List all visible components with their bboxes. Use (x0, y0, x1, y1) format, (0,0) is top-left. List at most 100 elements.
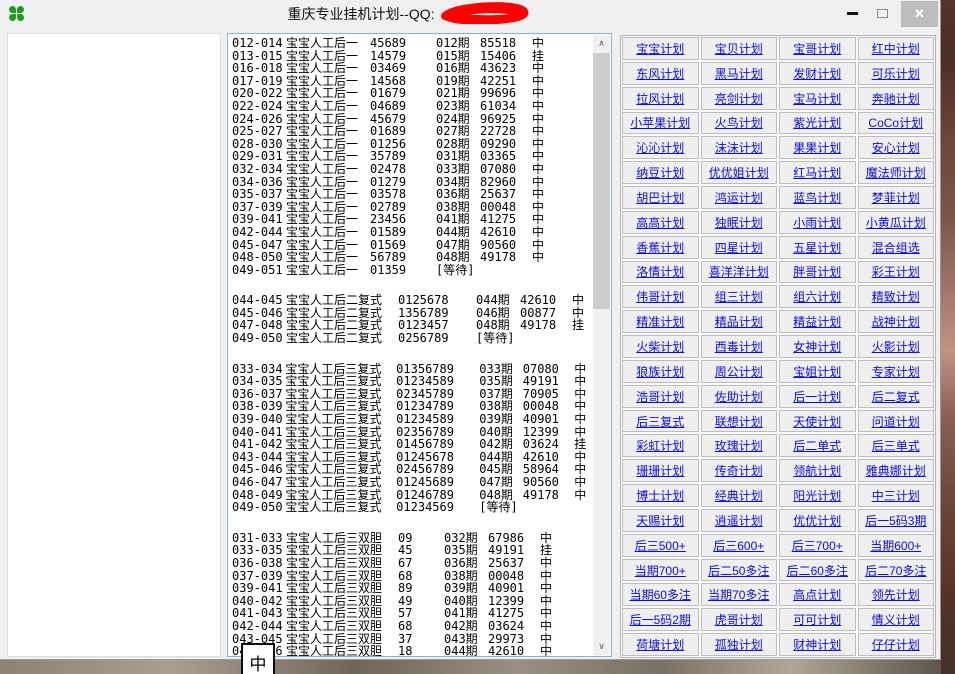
plan-link[interactable]: 宝宝计划 (622, 37, 699, 60)
plan-link[interactable]: 后二复式 (858, 385, 935, 408)
plan-link[interactable]: 当期700+ (622, 559, 699, 582)
plan-link[interactable]: 天使计划 (779, 410, 856, 433)
close-button[interactable]: ✕ (901, 1, 938, 27)
plan-link[interactable]: 组三计划 (701, 285, 778, 308)
plan-link[interactable]: 东风计划 (622, 62, 699, 85)
plan-link[interactable]: 宝贝计划 (701, 37, 778, 60)
plan-link[interactable]: 荷塘计划 (622, 633, 699, 656)
plan-link[interactable]: CoCo计划 (858, 112, 935, 135)
plan-link[interactable]: 战神计划 (858, 310, 935, 333)
plan-link[interactable]: 后二单式 (779, 434, 856, 457)
plan-link[interactable]: 沁沁计划 (622, 136, 699, 159)
plan-link[interactable]: 组六计划 (779, 285, 856, 308)
plan-link[interactable]: 天赐计划 (622, 509, 699, 532)
plan-link[interactable]: 仔仔计划 (858, 633, 935, 656)
plan-link[interactable]: 火柴计划 (622, 335, 699, 358)
plan-link[interactable]: 情义计划 (858, 608, 935, 631)
plan-link[interactable]: 精益计划 (779, 310, 856, 333)
plan-link[interactable]: 小黄瓜计划 (858, 211, 935, 234)
plan-link[interactable]: 香蕉计划 (622, 236, 699, 259)
plan-link[interactable]: 可可计划 (779, 608, 856, 631)
plan-link[interactable]: 经典计划 (701, 484, 778, 507)
plan-link[interactable]: 西毒计划 (701, 335, 778, 358)
plan-link[interactable]: 雅典娜计划 (858, 459, 935, 482)
plan-link[interactable]: 狼族计划 (622, 360, 699, 383)
plan-link[interactable]: 问道计划 (858, 410, 935, 433)
plan-link[interactable]: 梦菲计划 (858, 186, 935, 209)
plan-link[interactable]: 伟哥计划 (622, 285, 699, 308)
plan-link[interactable]: 后二70多注 (858, 559, 935, 582)
plan-board[interactable]: 012-014宝宝人工后一45689012期85518中013-015宝宝人工后… (227, 33, 612, 657)
plan-link[interactable]: 当期600+ (858, 534, 935, 557)
scroll-down-icon[interactable]: ∨ (593, 638, 610, 655)
plan-link[interactable]: 果果计划 (779, 136, 856, 159)
plan-link[interactable]: 周公计划 (701, 360, 778, 383)
plan-link[interactable]: 后三单式 (858, 434, 935, 457)
plan-link[interactable]: 喜洋洋计划 (701, 261, 778, 284)
plan-link[interactable]: 黑马计划 (701, 62, 778, 85)
plan-link[interactable]: 传奇计划 (701, 459, 778, 482)
scroll-up-icon[interactable]: ∧ (593, 35, 610, 52)
plan-link[interactable]: 逍遥计划 (701, 509, 778, 532)
plan-link[interactable]: 佐助计划 (701, 385, 778, 408)
plan-link[interactable]: 精准计划 (622, 310, 699, 333)
plan-link[interactable]: 胡巴计划 (622, 186, 699, 209)
plan-link[interactable]: 宝姐计划 (779, 360, 856, 383)
maximize-button[interactable] (867, 0, 897, 27)
plan-link[interactable]: 博士计划 (622, 484, 699, 507)
plan-link[interactable]: 四星计划 (701, 236, 778, 259)
plan-link[interactable]: 虎哥计划 (701, 608, 778, 631)
plan-link[interactable]: 后一5码2期 (622, 608, 699, 631)
plan-link[interactable]: 小苹果计划 (622, 112, 699, 135)
plan-link[interactable]: 当期60多注 (622, 583, 699, 606)
plan-link[interactable]: 后一计划 (779, 385, 856, 408)
plan-link[interactable]: 专家计划 (858, 360, 935, 383)
plan-link[interactable]: 拉风计划 (622, 87, 699, 110)
scrollbar-thumb[interactable] (593, 53, 610, 309)
plan-link[interactable]: 安心计划 (858, 136, 935, 159)
plan-link[interactable]: 优优姐计划 (701, 161, 778, 184)
board-scrollbar[interactable]: ∧ ∨ (593, 35, 610, 655)
plan-link[interactable]: 宝马计划 (779, 87, 856, 110)
plan-link[interactable]: 红马计划 (779, 161, 856, 184)
minimize-button[interactable] (837, 0, 867, 27)
plan-link[interactable]: 联想计划 (701, 410, 778, 433)
plan-link[interactable]: 红中计划 (858, 37, 935, 60)
plan-link[interactable]: 优优计划 (779, 509, 856, 532)
plan-link[interactable]: 后三500+ (622, 534, 699, 557)
plan-link[interactable]: 财神计划 (779, 633, 856, 656)
plan-link[interactable]: 火影计划 (858, 335, 935, 358)
plan-link[interactable]: 珊珊计划 (622, 459, 699, 482)
plan-link[interactable]: 魔法师计划 (858, 161, 935, 184)
plan-link[interactable]: 后二60多注 (779, 559, 856, 582)
plan-link[interactable]: 鸿运计划 (701, 186, 778, 209)
plan-link[interactable]: 可乐计划 (858, 62, 935, 85)
plan-link[interactable]: 发财计划 (779, 62, 856, 85)
plan-link[interactable]: 胖哥计划 (779, 261, 856, 284)
plan-link[interactable]: 宝哥计划 (779, 37, 856, 60)
plan-link[interactable]: 后一5码3期 (858, 509, 935, 532)
plan-link[interactable]: 奔驰计划 (858, 87, 935, 110)
plan-link[interactable]: 混合组选 (858, 236, 935, 259)
plan-link[interactable]: 浩哥计划 (622, 385, 699, 408)
plan-link[interactable]: 当期70多注 (701, 583, 778, 606)
titlebar[interactable]: 重庆专业挂机计划--QQ: ✕ (0, 0, 940, 28)
plan-link[interactable]: 后三600+ (701, 534, 778, 557)
plan-link[interactable]: 彩虹计划 (622, 434, 699, 457)
plan-link[interactable]: 女神计划 (779, 335, 856, 358)
plan-link[interactable]: 精致计划 (858, 285, 935, 308)
plan-link[interactable]: 蓝鸟计划 (779, 186, 856, 209)
plan-link[interactable]: 孤独计划 (701, 633, 778, 656)
plan-link[interactable]: 沫沫计划 (701, 136, 778, 159)
plan-link[interactable]: 后三700+ (779, 534, 856, 557)
plan-link[interactable]: 后二50多注 (701, 559, 778, 582)
plan-link[interactable]: 紫光计划 (779, 112, 856, 135)
plan-link[interactable]: 中三计划 (858, 484, 935, 507)
plan-link[interactable]: 洛情计划 (622, 261, 699, 284)
plan-link[interactable]: 纳豆计划 (622, 161, 699, 184)
plan-link[interactable]: 亮剑计划 (701, 87, 778, 110)
plan-link[interactable]: 独眠计划 (701, 211, 778, 234)
plan-link[interactable]: 高点计划 (779, 583, 856, 606)
plan-link[interactable]: 高高计划 (622, 211, 699, 234)
plan-link[interactable]: 彩王计划 (858, 261, 935, 284)
